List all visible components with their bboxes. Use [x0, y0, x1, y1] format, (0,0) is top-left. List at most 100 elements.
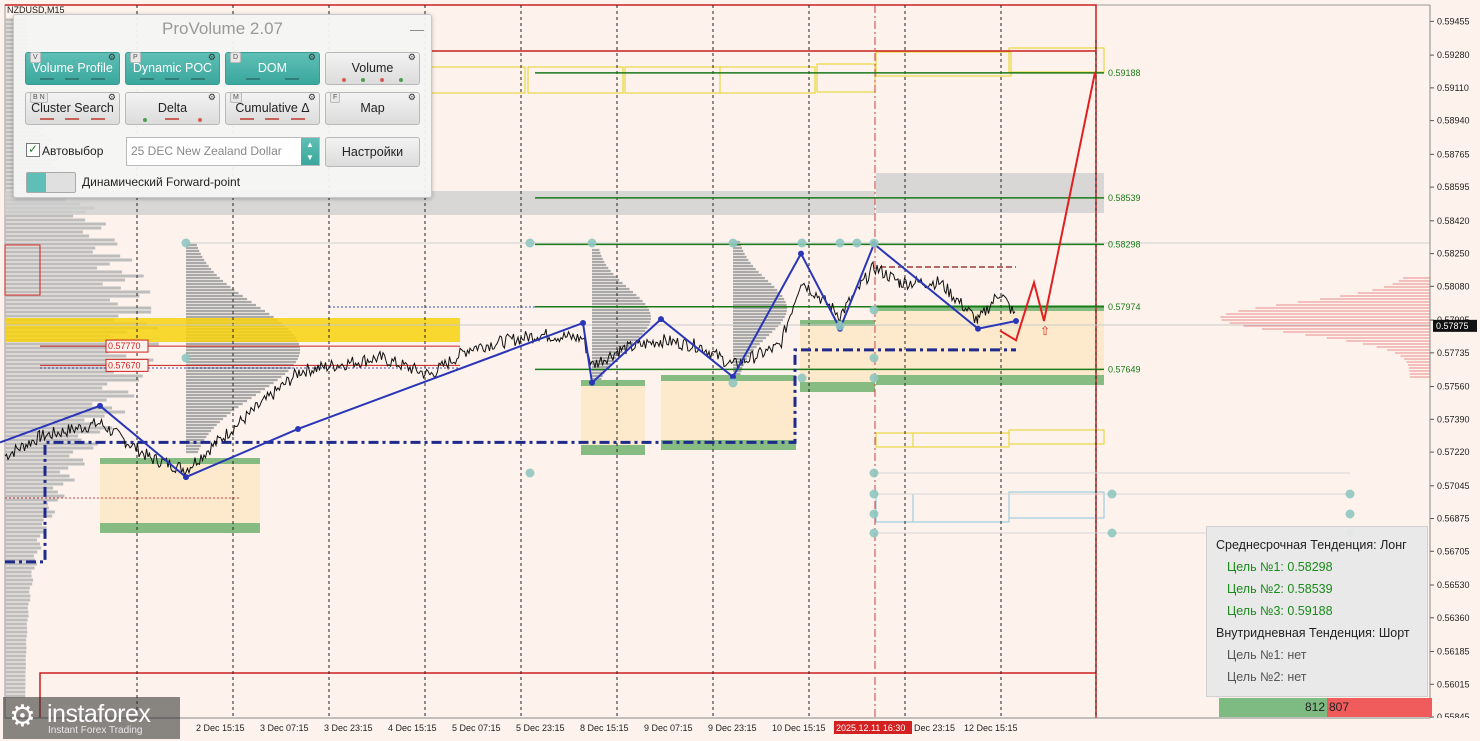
anchor-dot-8: [852, 238, 862, 248]
buy-volume-bar: 812: [1219, 698, 1327, 717]
left-level-label-1: 0.57670: [108, 360, 141, 370]
anchor-dot-5: [728, 238, 738, 248]
target-level-label-0: 0.59188: [1108, 68, 1141, 78]
x-tick-label-0: 2 Dec 15:15: [196, 723, 245, 733]
anchor-dot-2: [525, 238, 535, 248]
y-tick-label-10: 0.57735: [1437, 348, 1470, 358]
delta-button[interactable]: ⚙ Delta: [125, 92, 220, 125]
y-tick-label-20: 0.56015: [1437, 679, 1470, 689]
y-tick-label-3: 0.58940: [1437, 116, 1470, 126]
x-tick-label-6: 8 Dec 15:15: [580, 723, 629, 733]
gear-icon[interactable]: ⚙: [308, 52, 316, 62]
anchor-dot-14: [869, 353, 879, 363]
zigzag-point-0: [97, 402, 103, 409]
cluster-search-button[interactable]: B N ⚙ Cluster Search: [25, 92, 120, 125]
volume-button[interactable]: ⚙ Volume: [325, 52, 420, 85]
mid-target-1: Цель №1: 0.58298: [1227, 560, 1333, 574]
forward-point-label: Динамический Forward-point: [82, 175, 241, 189]
left-level-label-0: 0.57770: [108, 341, 141, 351]
spinner-icon[interactable]: ▲ ▼: [301, 138, 319, 165]
zigzag-point-7: [798, 250, 804, 257]
anchor-dot-6: [797, 238, 807, 248]
anchor-dot-13: [869, 528, 879, 538]
y-tick-label-16: 0.56705: [1437, 546, 1470, 556]
anchor-dot-15: [869, 373, 879, 383]
x-tick-label-4: 5 Dec 07:15: [452, 723, 501, 733]
y-tick-label-17: 0.56530: [1437, 580, 1470, 590]
y-tick-label-18: 0.56360: [1437, 613, 1470, 623]
anchor-dot-0: [181, 238, 191, 248]
dom-button[interactable]: D ⚙ DOM: [225, 52, 320, 85]
anchor-dot-3: [525, 468, 535, 478]
y-tick-label-19: 0.56185: [1437, 647, 1470, 657]
settings-button[interactable]: Настройки: [325, 137, 420, 167]
anchor-dot-1: [181, 353, 191, 363]
anchor-dot-17: [728, 378, 738, 388]
gear-icon[interactable]: ⚙: [108, 52, 116, 62]
zigzag-point-11: [1013, 318, 1019, 325]
y-tick-label-5: 0.58595: [1437, 182, 1470, 192]
y-tick-label-7: 0.58250: [1437, 249, 1470, 259]
anchor-dot-18: [1107, 489, 1117, 499]
forward-point-toggle[interactable]: [26, 172, 76, 193]
anchor-dot-9: [869, 238, 879, 248]
autoselect-checkbox[interactable]: ✓: [26, 143, 40, 157]
value-zone-0: [100, 458, 260, 533]
y-tick-label-13: 0.57220: [1437, 447, 1470, 457]
target-level-label-4: 0.57649: [1108, 364, 1141, 374]
provolume-panel[interactable]: ProVolume 2.07 — V ⚙ Volume Profile P ⚙ Dy…: [13, 14, 432, 198]
current-price-label: 0.57875: [1436, 321, 1469, 331]
zigzag-point-4: [589, 379, 595, 386]
zone-base-1: [581, 445, 645, 455]
y-axis-bg: [1430, 0, 1480, 741]
gear-icon[interactable]: ⚙: [308, 92, 316, 102]
anchor-dot-24: [869, 305, 879, 315]
anchor-dot-21: [1345, 509, 1355, 519]
zone-base-4: [876, 375, 1104, 385]
zigzag-point-3: [580, 319, 586, 326]
panel-title: ProVolume 2.07: [162, 19, 283, 38]
y-tick-label-1: 0.59280: [1437, 50, 1470, 60]
target-level-label-3: 0.57974: [1108, 302, 1141, 312]
instaforex-logo: ⚙ instaforex Instant Forex Trading: [3, 697, 180, 739]
zone-base-0: [100, 523, 260, 533]
anchor-dot-23: [835, 321, 845, 331]
zigzag-point-5: [658, 316, 664, 323]
forecast-arrow-icon: ⇧: [1040, 324, 1050, 338]
value-zone-4: [876, 305, 1104, 385]
minimize-icon[interactable]: —: [410, 21, 424, 37]
dynamic-poc-button[interactable]: P ⚙ Dynamic POC: [125, 52, 220, 85]
anchor-dot-19: [1107, 528, 1117, 538]
value-zone-2: [661, 375, 796, 450]
y-tick-label-0: 0.59455: [1437, 16, 1470, 26]
mid-target-2: Цель №2: 0.58539: [1227, 582, 1333, 596]
gear-icon[interactable]: ⚙: [408, 52, 416, 62]
logo-icon: ⚙: [9, 700, 36, 733]
gear-icon[interactable]: ⚙: [208, 92, 216, 102]
zone-top-2: [661, 375, 796, 381]
x-tick-label-3: 4 Dec 15:15: [388, 723, 437, 733]
gear-icon[interactable]: ⚙: [408, 92, 416, 102]
contract-select[interactable]: 25 DEC New Zealand Dollar ▲ ▼: [126, 137, 320, 166]
zone-base-3: [800, 382, 875, 392]
autoselect-label: Автовыбор: [42, 144, 104, 158]
y-tick-label-15: 0.56875: [1437, 514, 1470, 524]
cumulative-delta-button[interactable]: M ⚙ Cumulative Δ: [225, 92, 320, 125]
x-tick-label-5: 5 Dec 23:15: [516, 723, 565, 733]
x-tick-label-1: 3 Dec 07:15: [260, 723, 309, 733]
intraday-trend-label: Внутридневная Тенденция: Шорт: [1216, 626, 1410, 640]
y-tick-label-14: 0.57045: [1437, 481, 1470, 491]
anchor-dot-12: [869, 509, 879, 519]
anchor-dot-4: [587, 238, 597, 248]
gear-icon[interactable]: ⚙: [108, 92, 116, 102]
map-button[interactable]: F ⚙ Map: [325, 92, 420, 125]
y-tick-label-12: 0.57390: [1437, 414, 1470, 424]
gear-icon[interactable]: ⚙: [208, 52, 216, 62]
x-tick-label-7: 9 Dec 07:15: [644, 723, 693, 733]
target-level-label-2: 0.58298: [1108, 239, 1141, 249]
x-tick-label-2: 3 Dec 23:15: [324, 723, 373, 733]
zigzag-point-2: [295, 425, 301, 432]
volume-profile-button[interactable]: V ⚙ Volume Profile: [25, 52, 120, 85]
y-tick-label-4: 0.58765: [1437, 149, 1470, 159]
anchor-dot-7: [835, 238, 845, 248]
